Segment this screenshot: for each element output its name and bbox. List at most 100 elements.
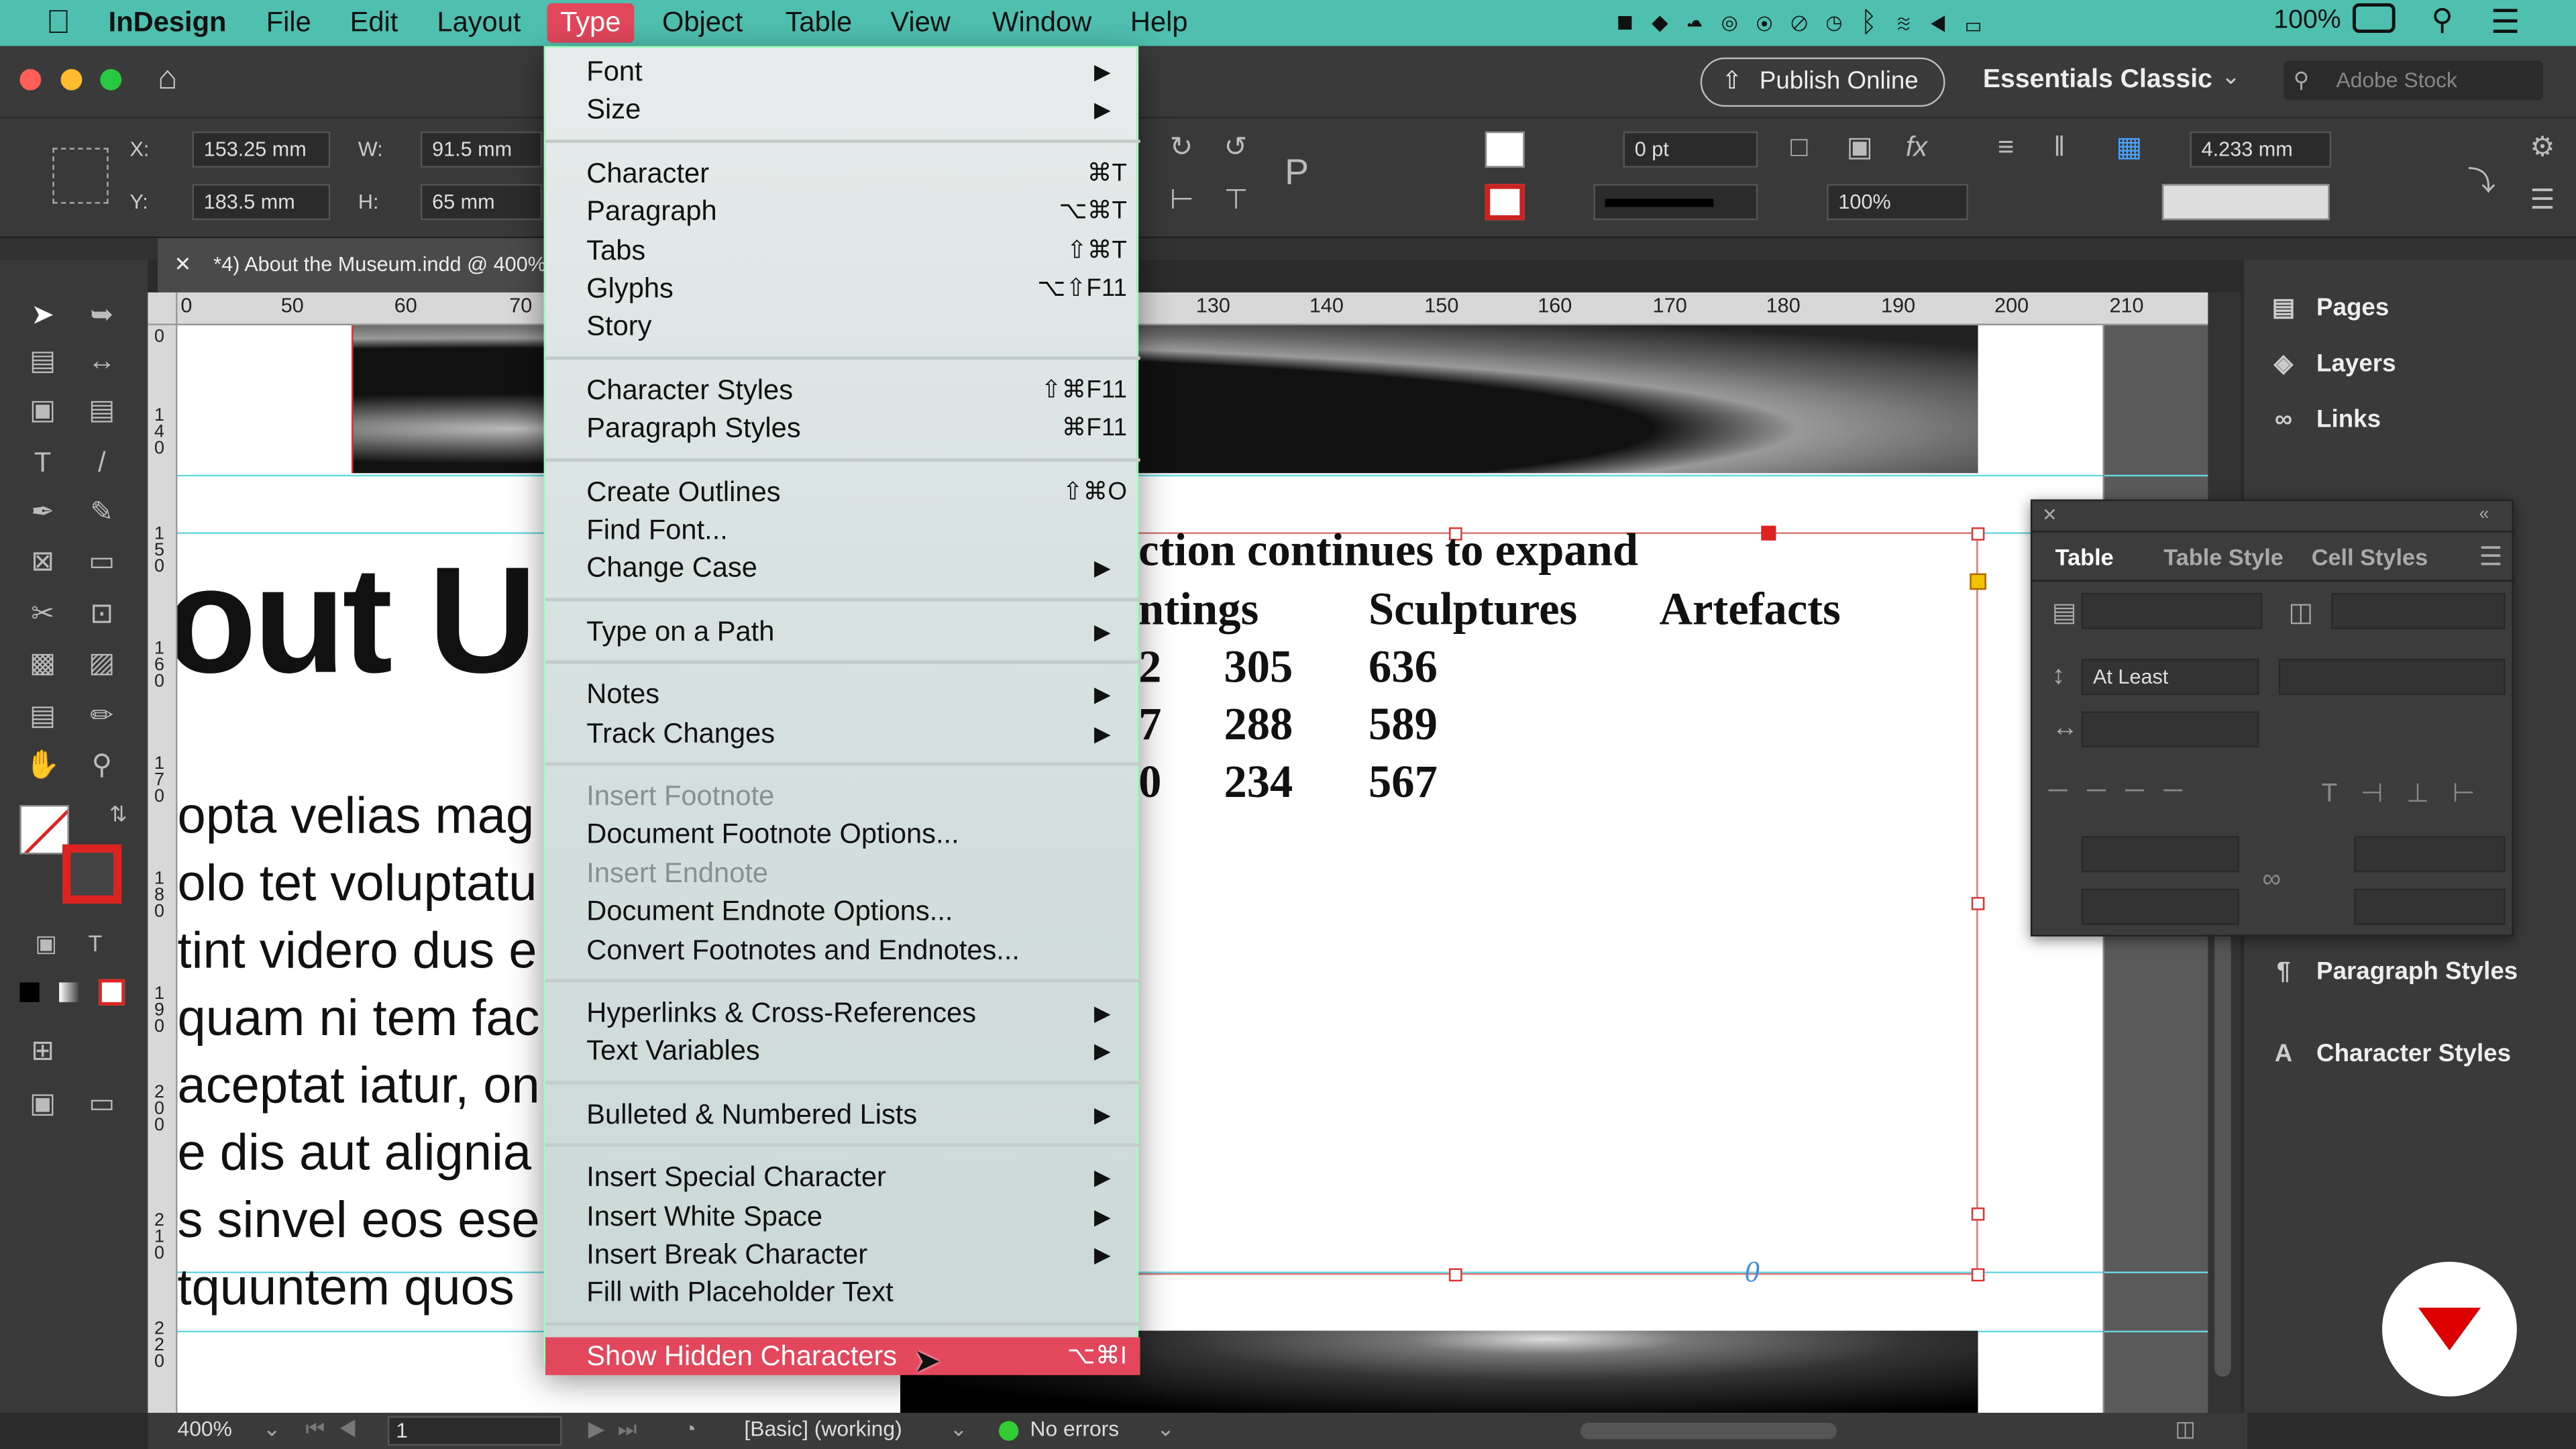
menu-help[interactable]: Help <box>1117 3 1201 43</box>
menu-item-insert-white-space[interactable]: Insert White Space ▶ <box>545 1197 1140 1234</box>
zoom-level[interactable]: 400% <box>177 1416 231 1441</box>
menu-edit[interactable]: Edit <box>337 3 411 43</box>
menu-file[interactable]: File <box>253 3 324 43</box>
menu-item-character-styles[interactable]: Character Styles ⇧⌘F11 <box>545 371 1140 409</box>
frame-handle[interactable] <box>1971 897 1985 910</box>
table-cell[interactable]: 7 <box>1138 700 1161 752</box>
paragraph-styles-panel-tab[interactable]: ¶ Paragraph Styles <box>2264 948 2518 997</box>
vertical-ruler[interactable]: 0 140 150 160 170 180 190 200 210 220 <box>148 325 178 1413</box>
panel-menu-icon[interactable]: ☰ <box>2479 541 2503 574</box>
table-cell[interactable]: 2 <box>1138 643 1161 695</box>
spotlight-search-icon[interactable]: ⚲ <box>2431 3 2453 38</box>
gutter-field[interactable]: 4.233 mm <box>2190 131 2332 168</box>
links-panel-tab[interactable]: ∞ Links <box>2264 396 2381 445</box>
menu-item-fill-with-placeholder-text[interactable]: Fill with Placeholder Text <box>545 1274 1140 1311</box>
stroke-color-icon[interactable] <box>62 844 122 904</box>
menu-window[interactable]: Window <box>979 3 1105 43</box>
page-tool-icon[interactable]: ▤ <box>23 341 62 381</box>
normal-view-icon[interactable]: ▣ <box>23 1084 62 1124</box>
body-text-frame[interactable]: opta velias mag olo tet voluptatu tint v… <box>177 782 555 1321</box>
shadow-icon[interactable]: ▣ <box>1847 131 1873 164</box>
table-header-cell[interactable]: Sculptures <box>1368 585 1577 637</box>
reference-point-icon[interactable] <box>52 148 109 204</box>
table-header-cell[interactable]: ntings <box>1138 585 1258 637</box>
fill-swatch[interactable] <box>1485 131 1525 168</box>
menu-item-story[interactable]: Story <box>545 308 1140 345</box>
window-minimize-button[interactable] <box>60 68 83 91</box>
direct-selection-tool-icon[interactable]: ➥ <box>82 296 121 335</box>
columns-icon[interactable]: ‖ <box>2053 131 2065 164</box>
flip-horizontal-icon[interactable]: ⊢ <box>1170 184 1194 217</box>
table-cell[interactable]: 305 <box>1224 643 1293 695</box>
swap-colors-icon[interactable]: ⇅ <box>99 795 138 835</box>
overset-indicator[interactable]: 0 <box>1745 1255 1760 1289</box>
tab-table[interactable]: Table <box>2055 537 2114 577</box>
menu-item-insert-special-character[interactable]: Insert Special Character ▶ <box>545 1159 1140 1196</box>
menu-object[interactable]: Object <box>649 3 756 43</box>
rectangle-tool-icon[interactable]: ▭ <box>82 542 121 582</box>
menu-item-character[interactable]: Character ⌘T <box>545 154 1140 192</box>
opacity-field[interactable]: 100% <box>1827 184 1968 221</box>
effects-icon[interactable]: fx <box>1906 131 1927 164</box>
bottom-inset-field[interactable] <box>2081 888 2239 925</box>
window-zoom-button[interactable] <box>100 68 122 91</box>
menu-item-track-changes[interactable]: Track Changes ▶ <box>545 714 1140 751</box>
menu-view[interactable]: View <box>877 3 964 43</box>
split-view-icon[interactable]: ◫ <box>2175 1416 2195 1442</box>
rectangle-frame-tool-icon[interactable]: ⊠ <box>23 542 62 582</box>
chevron-down-icon[interactable]: ⌄ <box>263 1416 281 1442</box>
control-center-icon[interactable]: ☰ <box>2491 1 2520 42</box>
collapse-panel-icon[interactable]: « <box>2479 504 2489 524</box>
formatting-text-icon[interactable]: T <box>76 923 115 963</box>
type-tool-icon[interactable]: T <box>23 443 62 483</box>
table-cell[interactable]: 636 <box>1368 643 1438 695</box>
note-tool-icon[interactable]: ▤ <box>23 696 62 736</box>
table-cell[interactable]: 567 <box>1368 757 1438 810</box>
top-inset-field[interactable] <box>2081 836 2239 873</box>
rotate-ccw-icon[interactable]: ↺ <box>1224 131 1247 164</box>
menu-item-glyphs[interactable]: Glyphs ⌥⇧F11 <box>545 270 1140 307</box>
pen-tool-icon[interactable]: ✒ <box>23 493 62 533</box>
stroke-weight-field[interactable]: 0 pt <box>1623 131 1758 168</box>
document-tab[interactable]: ✕ *4) About the Museum.indd @ 400% <box>158 238 546 292</box>
column-width-field[interactable] <box>2081 711 2259 748</box>
menu-item-hyperlinks-cross-references[interactable]: Hyperlinks & Cross-References ▶ <box>545 994 1140 1032</box>
apply-gradient-icon[interactable] <box>59 982 79 1002</box>
preview-mode-icon[interactable]: ▭ <box>82 1084 121 1124</box>
chevron-down-icon[interactable]: ⌄ <box>2221 62 2241 91</box>
lightning-icon[interactable]: ⤵ <box>2467 158 2496 199</box>
home-icon[interactable]: ⌂ <box>158 61 178 99</box>
right-inset-field[interactable] <box>2354 888 2506 925</box>
vertical-justification-icons[interactable]: ──── <box>2049 777 2202 806</box>
preflight-errors[interactable]: No errors <box>1030 1416 1120 1441</box>
content-collector-icon[interactable]: ▣ <box>23 391 62 431</box>
row-height-field[interactable] <box>2278 659 2506 695</box>
adobe-stock-search[interactable]: ⚲ Adobe Stock <box>2284 60 2544 101</box>
page-heading[interactable]: out U <box>177 535 537 708</box>
columns-field[interactable] <box>2331 593 2506 629</box>
publish-online-button[interactable]: ⇧ Publish Online <box>1700 57 1945 107</box>
frame-handle[interactable] <box>1971 1208 1985 1221</box>
frame-handle[interactable] <box>1971 1268 1985 1282</box>
horizontal-scroll-thumb[interactable] <box>1580 1422 1837 1440</box>
width-field[interactable]: 91.5 mm <box>420 131 543 168</box>
chevron-down-icon[interactable]: ⌄ <box>1157 1416 1175 1442</box>
pages-panel-tab[interactable]: ▤ Pages <box>2264 284 2390 333</box>
menu-item-paragraph[interactable]: Paragraph ⌥⌘T <box>545 193 1140 230</box>
panel-menu-icon[interactable]: ☰ <box>2530 184 2555 217</box>
eyedropper-tool-icon[interactable]: ✏ <box>82 696 121 736</box>
menu-item-create-outlines[interactable]: Create Outlines ⇧⌘O <box>545 472 1140 510</box>
free-transform-tool-icon[interactable]: ⊡ <box>82 595 121 635</box>
menu-item-find-font[interactable]: Find Font... <box>545 511 1140 549</box>
line-tool-icon[interactable]: / <box>82 443 121 483</box>
battery-icon[interactable] <box>2352 3 2396 33</box>
apple-icon[interactable]:  <box>33 3 84 43</box>
gap-tool-icon[interactable]: ↔ <box>82 341 121 381</box>
x-field[interactable]: 153.25 mm <box>192 131 331 168</box>
table-cell[interactable]: 288 <box>1224 700 1293 752</box>
menu-item-show-hidden-characters[interactable]: Show Hidden Characters ⌥⌘I <box>545 1336 1140 1375</box>
pencil-tool-icon[interactable]: ✎ <box>82 493 121 533</box>
hand-tool-icon[interactable]: ✋ <box>23 746 62 786</box>
character-styles-panel-tab[interactable]: A Character Styles <box>2264 1030 2511 1079</box>
menu-item-document-footnote-options[interactable]: Document Footnote Options... <box>545 816 1140 853</box>
